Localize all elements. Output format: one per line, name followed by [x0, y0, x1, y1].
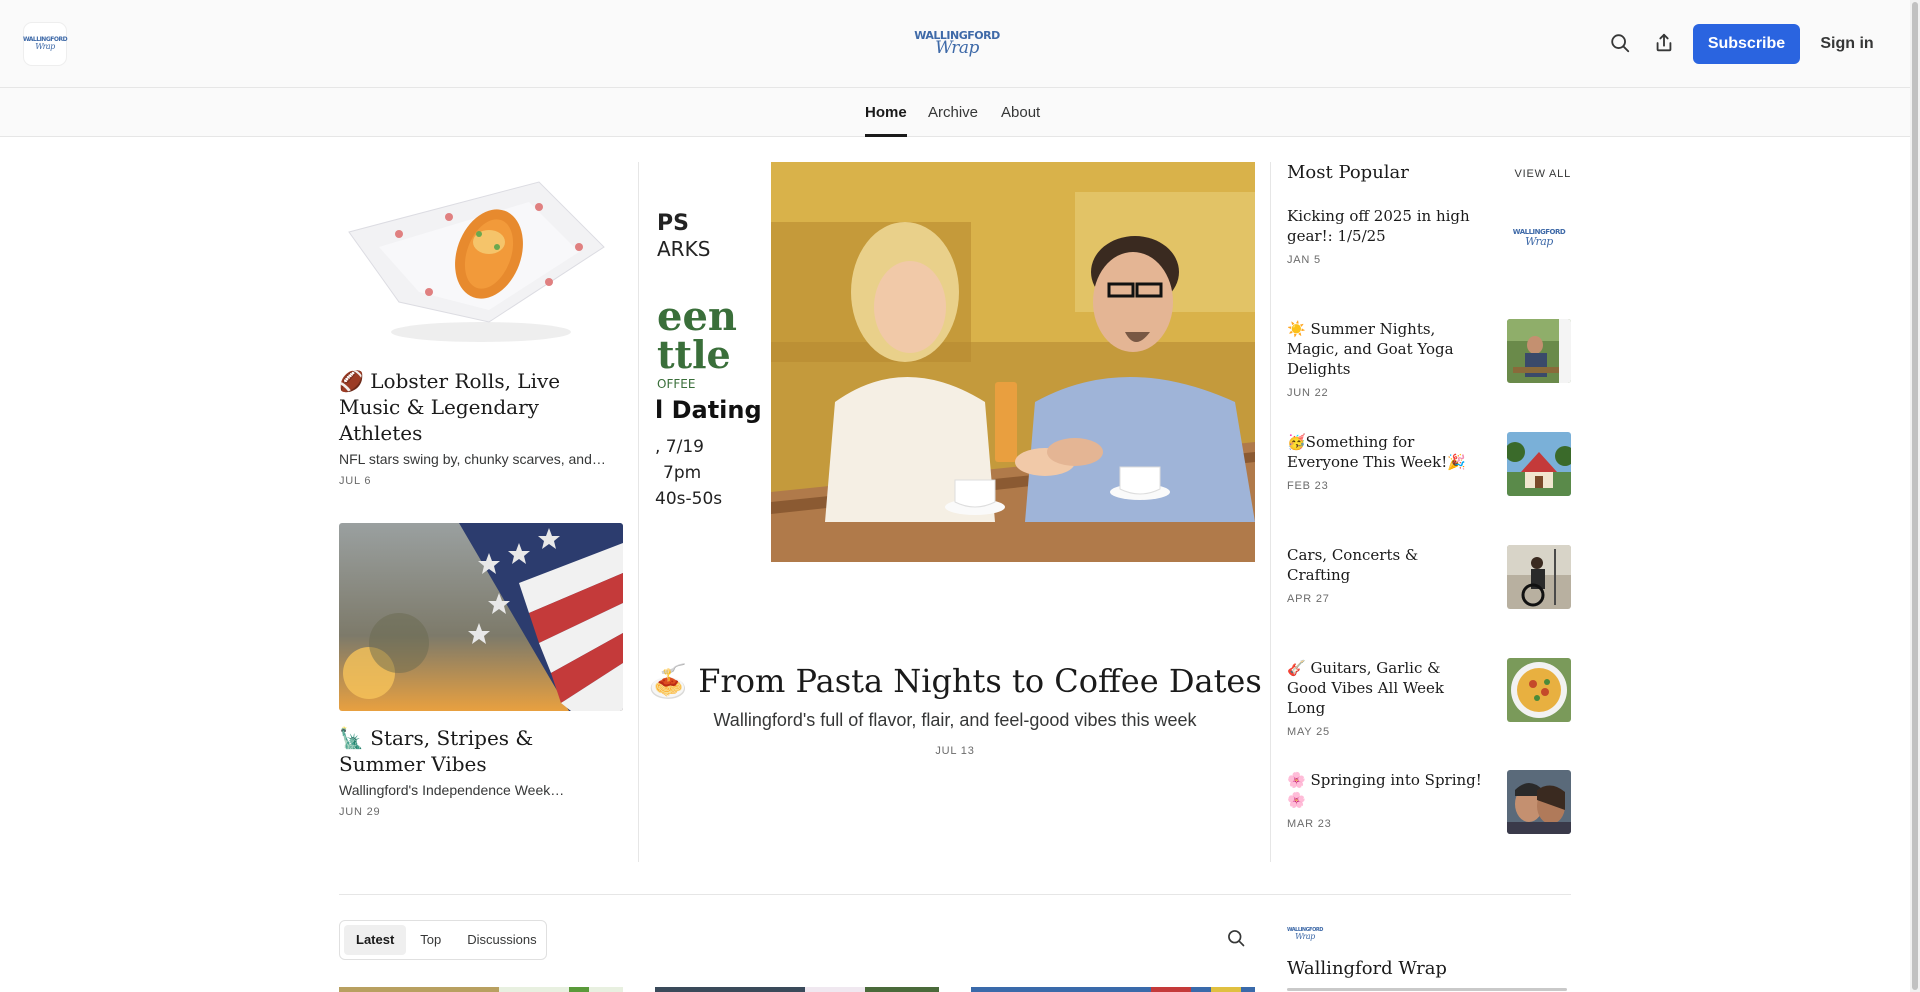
featured-post-image[interactable]: PS ARKS een ttle OFFEE l Dating , 7/19 7…: [655, 162, 1255, 562]
publication-description: [1287, 986, 1577, 992]
logo-line2: Wrap: [935, 37, 979, 58]
popular-item[interactable]: ☀️ Summer Nights, Magic, and Goat Yoga D…: [1287, 319, 1571, 399]
popular-item[interactable]: Cars, Concerts & Crafting APR 27: [1287, 545, 1571, 609]
popular-item-title[interactable]: 🥳Something for Everyone This Week!🎉: [1287, 432, 1483, 472]
flyer-text: PS: [657, 211, 689, 236]
column-divider-right: [1270, 162, 1271, 862]
popular-item-thumbnail[interactable]: WALLINGFORD Wrap: [1507, 206, 1571, 270]
publication-logo[interactable]: WALLINGFORD Wrap: [914, 22, 1000, 64]
popular-item-date: MAY 25: [1287, 726, 1330, 738]
popular-item-title[interactable]: Kicking off 2025 in high gear!: 1/5/25: [1287, 206, 1483, 246]
post-date: JUN 29: [339, 806, 381, 818]
most-popular-section: Most Popular VIEW ALL Kicking off 2025 i…: [1287, 162, 1571, 834]
flyer-text: l Dating: [655, 396, 762, 424]
search-icon[interactable]: [1224, 926, 1248, 950]
post-title[interactable]: 🗽 Stars, Stripes & Summer Vibes: [339, 725, 623, 777]
post-subtitle: Wallingford's Independence Week…: [339, 782, 565, 798]
scrollbar-thumb[interactable]: [1912, 2, 1918, 990]
logo-line2: Wrap: [1525, 235, 1553, 248]
popular-item-thumbnail[interactable]: [1507, 319, 1571, 383]
popular-item[interactable]: 🥳Something for Everyone This Week!🎉 FEB …: [1287, 432, 1571, 496]
featured-post[interactable]: 🍝 From Pasta Nights to Coffee Dates Wall…: [640, 660, 1270, 757]
publication-logo-small[interactable]: WALLINGFORD Wrap: [23, 23, 68, 65]
flyer-text: , 7/19: [655, 437, 704, 457]
popular-item-thumbnail[interactable]: [1507, 658, 1571, 722]
flyer-text: 40s-50s: [655, 489, 722, 509]
post-card[interactable]: 🗽 Stars, Stripes & Summer Vibes Wallingf…: [339, 523, 623, 818]
page-scrollbar[interactable]: [1910, 0, 1920, 992]
post-card-thumbnail[interactable]: [971, 983, 1255, 992]
tab-latest[interactable]: Latest: [344, 925, 407, 955]
post-card-thumbnail[interactable]: [655, 983, 939, 992]
popular-item[interactable]: 🌸 Springing into Spring! 🌸 MAR 23: [1287, 770, 1571, 834]
flyer-text: ARKS: [657, 237, 710, 261]
flyer-text: OFFEE: [657, 377, 695, 391]
search-icon[interactable]: [1607, 30, 1633, 56]
post-thumbnail-american-flag[interactable]: [339, 523, 623, 711]
logo-line2: Wrap: [35, 42, 55, 51]
popular-item[interactable]: Kicking off 2025 in high gear!: 1/5/25 J…: [1287, 206, 1571, 270]
popular-item-title[interactable]: 🌸 Springing into Spring! 🌸: [1287, 770, 1483, 810]
section-divider: [339, 894, 1571, 895]
popular-item-title[interactable]: 🎸 Guitars, Garlic & Good Vibes All Week …: [1287, 658, 1483, 718]
publication-logo-small[interactable]: WALLINGFORD Wrap: [1287, 922, 1323, 946]
post-thumbnail-lobster-roll[interactable]: [339, 162, 623, 350]
popular-item-thumbnail[interactable]: [1507, 545, 1571, 609]
subscribe-button[interactable]: Subscribe: [1693, 24, 1800, 64]
popular-item-thumbnail[interactable]: [1507, 432, 1571, 496]
popular-item[interactable]: 🎸 Guitars, Garlic & Good Vibes All Week …: [1287, 658, 1571, 738]
post-date: JUL 6: [339, 475, 372, 487]
tab-top[interactable]: Top: [408, 925, 453, 955]
logo-line2: Wrap: [1295, 931, 1315, 941]
featured-post-title[interactable]: 🍝 From Pasta Nights to Coffee Dates: [640, 660, 1270, 702]
popular-item-thumbnail[interactable]: [1507, 770, 1571, 834]
tab-discussions[interactable]: Discussions: [455, 925, 548, 955]
popular-item-title[interactable]: ☀️ Summer Nights, Magic, and Goat Yoga D…: [1287, 319, 1483, 379]
share-icon[interactable]: [1651, 30, 1677, 56]
top-header: WALLINGFORD Wrap WALLINGFORD Wrap Subscr…: [0, 0, 1910, 88]
post-title[interactable]: 🏈 Lobster Rolls, Live Music & Legendary …: [339, 368, 623, 446]
flyer-text: ttle: [657, 332, 731, 377]
post-subtitle: NFL stars swing by, chunky scarves, and…: [339, 451, 606, 467]
nav-home[interactable]: Home: [865, 88, 907, 137]
publication-name[interactable]: Wallingford Wrap: [1287, 958, 1447, 979]
featured-post-date: JUL 13: [935, 745, 975, 757]
main-nav: Home Archive About: [0, 88, 1910, 137]
post-feed-tabs: Latest Top Discussions: [339, 920, 547, 960]
sign-in-button[interactable]: Sign in: [1815, 24, 1879, 64]
featured-post-subtitle: Wallingford's full of flavor, flair, and…: [713, 710, 1197, 730]
post-card-thumbnail[interactable]: [339, 983, 623, 992]
view-all-link[interactable]: VIEW ALL: [1514, 168, 1571, 180]
popular-item-date: JUN 22: [1287, 387, 1329, 399]
nav-about[interactable]: About: [1001, 88, 1040, 137]
post-card[interactable]: 🏈 Lobster Rolls, Live Music & Legendary …: [339, 162, 623, 487]
flyer-text: 7pm: [663, 463, 701, 483]
column-divider-left: [638, 162, 639, 862]
popular-item-title[interactable]: Cars, Concerts & Crafting: [1287, 545, 1483, 585]
nav-archive[interactable]: Archive: [928, 88, 978, 137]
